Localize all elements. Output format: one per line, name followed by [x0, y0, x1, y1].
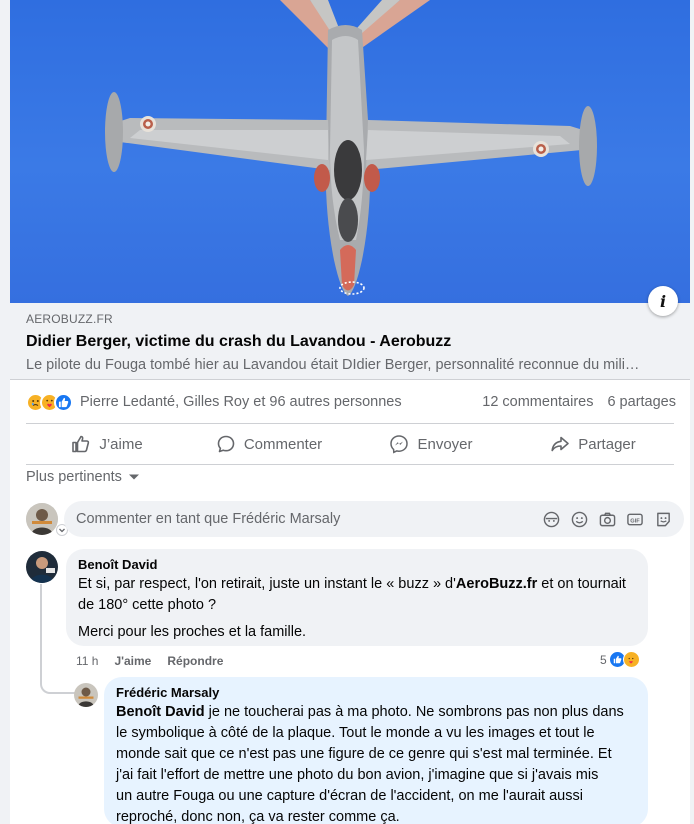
reply-text-line3: monde sait que ce n'est pas une figure d…	[116, 746, 612, 762]
sticker-icon[interactable]	[654, 510, 672, 528]
like-reaction-icon	[54, 392, 73, 412]
comment-text-para2: Merci pour les proches et la famille.	[78, 624, 307, 640]
reply-text-line2: le symbolique à côté de la plaque. Tout …	[116, 725, 595, 741]
sort-label: Plus pertinents	[26, 469, 122, 485]
svg-text:GIF: GIF	[630, 518, 640, 524]
shares-count[interactable]: 6 partages	[607, 394, 676, 410]
reply-bubble: Frédéric Marsaly Benoît David je ne touc…	[104, 677, 648, 824]
post-action-bar: J’aime Commenter Envoyer Partager	[26, 423, 674, 465]
reply-text-line1: Benoît David je ne toucherai pas à ma ph…	[116, 704, 624, 720]
comment-link[interactable]: AeroBuzz.fr	[456, 576, 537, 592]
current-user-avatar[interactable]	[26, 503, 58, 535]
comment-meta: 11 h J'aime Répondre	[76, 654, 223, 668]
reply-text-line5: un autre Fouga ou une capture d'écran de…	[116, 788, 583, 804]
reply-text-line4: j'ai fait l'effort de mettre une photo d…	[116, 767, 599, 783]
reply-mention[interactable]: Benoît David	[116, 704, 205, 720]
comment-bubble-icon	[217, 435, 235, 453]
comment-time[interactable]: 11 h	[76, 654, 98, 668]
reactions-summary: Pierre Ledanté, Gilles Roy et 96 autres …	[26, 390, 676, 414]
commenter-avatar[interactable]	[26, 551, 58, 583]
share-label: Partager	[578, 435, 636, 453]
fouga-jet-illustration	[105, 0, 597, 296]
reply-author[interactable]: Frédéric Marsaly	[116, 685, 636, 701]
reply-text-line6: reproché, donc non, ça va rester comme ç…	[116, 809, 400, 824]
avatar-sticker-icon[interactable]	[542, 510, 560, 528]
comment-bubble: Benoît David Et si, par respect, l'on re…	[66, 549, 648, 646]
link-description: Le pilote du Fouga tombé hier au Lavando…	[26, 357, 640, 373]
like-button[interactable]: J’aime	[26, 424, 188, 464]
send-button[interactable]: Envoyer	[350, 424, 512, 464]
comment-reactions[interactable]: 5	[600, 651, 640, 668]
send-label: Envoyer	[417, 435, 473, 453]
camera-icon[interactable]	[598, 510, 616, 528]
like-label: J’aime	[99, 435, 143, 453]
comment-author[interactable]: Benoît David	[78, 557, 636, 573]
link-title[interactable]: Didier Berger, victime du crash du Lavan…	[26, 332, 674, 352]
share-arrow-icon	[551, 436, 570, 452]
comment-reply-button[interactable]: Répondre	[167, 654, 223, 668]
reply-author-avatar[interactable]	[74, 683, 98, 707]
link-preview[interactable]: AEROBUZZ.FR Didier Berger, victime du cr…	[10, 303, 690, 380]
comment-text: Et si, par respect, l'on retirait, juste…	[78, 576, 626, 592]
thumbs-up-icon	[72, 435, 90, 453]
caret-down-icon	[128, 474, 139, 480]
care-reaction-icon	[622, 651, 640, 668]
link-domain: AEROBUZZ.FR	[26, 312, 113, 326]
emoji-icon[interactable]	[570, 510, 588, 528]
messenger-icon	[390, 435, 409, 454]
comment-label: Commenter	[243, 435, 323, 453]
share-button[interactable]: Partager	[512, 424, 674, 464]
comment-text-line2: de 180° cette photo ?	[78, 597, 217, 613]
comment-input[interactable]: Commenter en tant que Frédéric Marsaly G…	[64, 501, 684, 537]
comment-like-button[interactable]: J'aime	[114, 654, 151, 668]
reaction-names[interactable]: Pierre Ledanté, Gilles Roy et 96 autres …	[80, 394, 402, 410]
comment-reaction-count: 5	[600, 652, 607, 667]
reaction-icons[interactable]	[26, 392, 73, 412]
post-image[interactable]	[10, 0, 690, 303]
comment-sort-dropdown[interactable]: Plus pertinents	[26, 469, 140, 485]
gif-icon[interactable]: GIF	[626, 510, 644, 528]
comment-button[interactable]: Commenter	[188, 424, 350, 464]
comment-input-placeholder: Commenter en tant que Frédéric Marsaly	[76, 511, 341, 527]
comments-count[interactable]: 12 commentaires	[482, 394, 593, 410]
post-card: i AEROBUZZ.FR Didier Berger, victime du …	[10, 0, 690, 824]
info-icon[interactable]: i	[648, 286, 678, 316]
